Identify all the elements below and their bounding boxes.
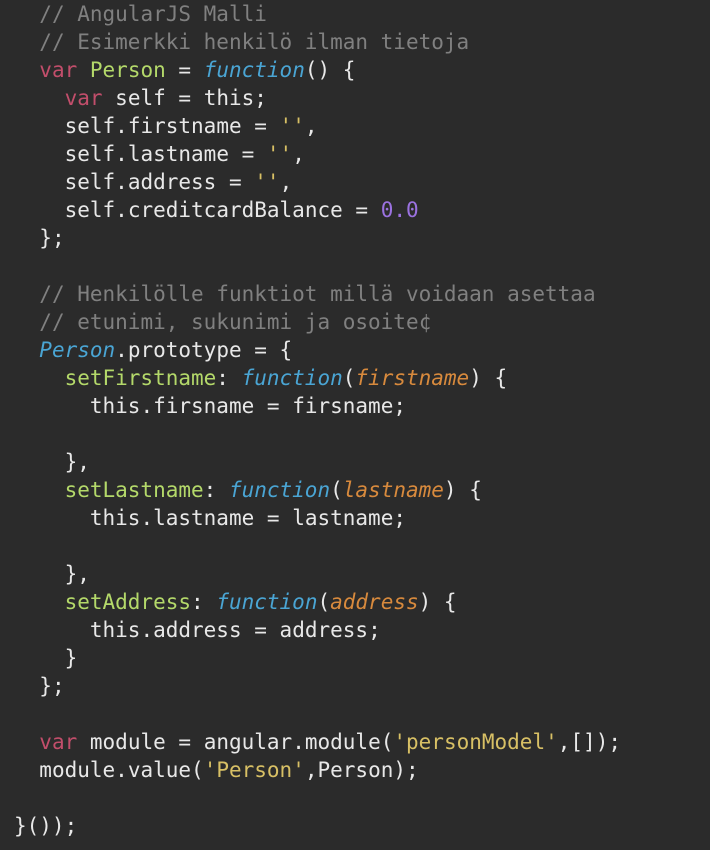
blank-line — [14, 254, 27, 278]
code-line: // Esimerkki henkilö ilman tietoja — [14, 30, 469, 54]
code-line: }; — [14, 226, 65, 250]
method-setFirstname: setFirstname — [65, 366, 217, 390]
comment: // Esimerkki henkilö ilman tietoja — [39, 30, 469, 54]
code-line: self.creditcardBalance = 0.0 — [14, 198, 419, 222]
param-lastname: lastname — [343, 478, 444, 502]
blank-line — [14, 702, 27, 726]
code-line: // etunimi, sukunimi ja osoite¢ — [14, 310, 431, 334]
code-line: setLastname: function(lastname) { — [14, 478, 482, 502]
code-line: }; — [14, 674, 65, 698]
code-line: setFirstname: function(firstname) { — [14, 366, 507, 390]
code-line: }()); — [14, 814, 77, 838]
identifier-Person: Person — [39, 338, 115, 362]
code-line: this.address = address; — [14, 618, 381, 642]
string-literal: '' — [254, 170, 279, 194]
keyword-var: var — [39, 730, 77, 754]
code-line: }, — [14, 450, 90, 474]
keyword-var: var — [65, 86, 103, 110]
blank-line — [14, 422, 27, 446]
comment: // etunimi, sukunimi ja osoite¢ — [39, 310, 431, 334]
code-line: // Henkilölle funktiot millä voidaan ase… — [14, 282, 596, 306]
code-line: this.lastname = lastname; — [14, 506, 406, 530]
string-literal: 'Person' — [204, 758, 305, 782]
blank-line — [14, 534, 27, 558]
number-literal: 0.0 — [381, 198, 419, 222]
comment: // Henkilölle funktiot millä voidaan ase… — [39, 282, 595, 306]
code-line: setAddress: function(address) { — [14, 590, 457, 614]
keyword-var: var — [39, 58, 77, 82]
code-line: var Person = function() { — [14, 58, 355, 82]
string-literal: '' — [267, 142, 292, 166]
code-line: var self = this; — [14, 86, 267, 110]
code-line: this.firsname = firsname; — [14, 394, 406, 418]
keyword-function: function — [204, 58, 305, 82]
identifier-Person: Person — [90, 58, 166, 82]
keyword-function: function — [242, 366, 343, 390]
code-line: self.firstname = '', — [14, 114, 318, 138]
method-setLastname: setLastname — [65, 478, 204, 502]
code-line: self.lastname = '', — [14, 142, 305, 166]
param-firstname: firstname — [355, 366, 469, 390]
param-address: address — [330, 590, 419, 614]
code-line: }, — [14, 562, 90, 586]
string-literal: '' — [280, 114, 305, 138]
code-line: self.address = '', — [14, 170, 292, 194]
method-setAddress: setAddress — [65, 590, 191, 614]
string-literal: 'personModel' — [393, 730, 557, 754]
code-line: // AngularJS Malli — [14, 2, 267, 26]
keyword-function: function — [216, 590, 317, 614]
comment: // AngularJS Malli — [39, 2, 267, 26]
code-block: // AngularJS Malli // Esimerkki henkilö … — [0, 0, 710, 840]
keyword-function: function — [229, 478, 330, 502]
code-line: module.value('Person',Person); — [14, 758, 419, 782]
blank-line — [14, 786, 27, 810]
code-line: Person.prototype = { — [14, 338, 292, 362]
code-line: } — [14, 646, 77, 670]
code-line: var module = angular.module('personModel… — [14, 730, 621, 754]
